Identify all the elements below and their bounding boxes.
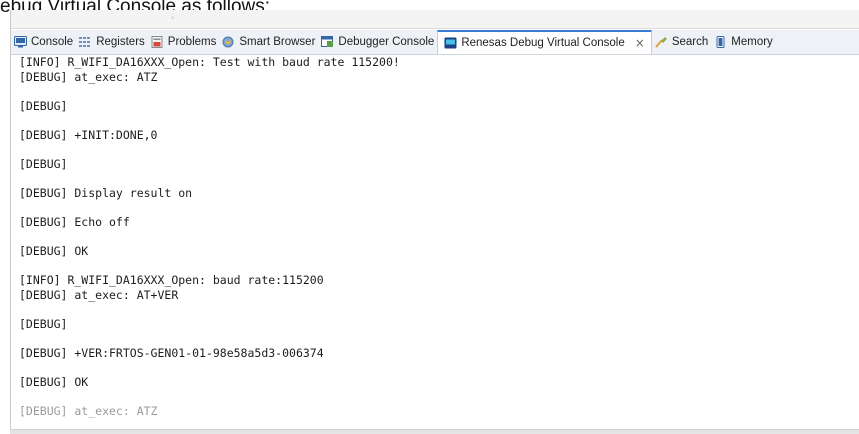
console-lines: [INFO] R_WIFI_DA16XXX_Open: Test with ba…	[19, 55, 400, 419]
console-line: [DEBUG] Echo off	[19, 215, 130, 229]
view-tab-bar: Console Registers Problems Smart Browser…	[11, 30, 859, 55]
console-line: [DEBUG] +INIT:DONE,0	[19, 128, 158, 142]
tab-label: Memory	[731, 36, 773, 48]
console-line: [INFO] R_WIFI_DA16XXX_Open: baud rate:11…	[19, 273, 324, 287]
console-line: [INFO] R_WIFI_DA16XXX_Open: Test with ba…	[19, 55, 400, 69]
close-icon[interactable]: ×	[635, 36, 645, 50]
tab-label: Console	[31, 36, 74, 48]
console-line: [DEBUG] Display result on	[19, 186, 193, 200]
ide-console-view: ‹ Console Registers Problems Smart Brows…	[10, 10, 859, 434]
tab-label: Renesas Debug Virtual Console	[461, 37, 625, 49]
console-line: [DEBUG]	[19, 157, 68, 171]
tab-smart-browser[interactable]: Smart Browser	[219, 30, 318, 54]
console-icon	[14, 36, 27, 48]
tab-label: Search	[671, 36, 709, 48]
problems-icon	[151, 36, 164, 48]
tab-debugger-console[interactable]: Debugger Console	[318, 30, 437, 54]
tab-memory[interactable]: Memory	[711, 30, 776, 54]
console-line: [DEBUG]	[19, 99, 68, 113]
registers-icon	[79, 36, 92, 48]
console-line: [DEBUG] OK	[19, 375, 89, 389]
renesas-console-icon	[444, 37, 457, 49]
debugger-console-icon	[321, 36, 334, 48]
console-line: [DEBUG] +VER:FRTOS-GEN01-01-98e58a5d3-00…	[19, 346, 324, 360]
console-line: [DEBUG] OK	[19, 244, 89, 258]
console-output[interactable]: [INFO] R_WIFI_DA16XXX_Open: Test with ba…	[11, 55, 859, 434]
tab-problems[interactable]: Problems	[148, 30, 220, 54]
tab-registers[interactable]: Registers	[76, 30, 148, 54]
view-top-strip: ‹	[11, 10, 859, 29]
tab-search[interactable]: Search	[652, 30, 711, 54]
resize-handle-icon[interactable]: ‹	[171, 13, 174, 22]
memory-icon	[714, 36, 727, 48]
tab-label: Problems	[167, 36, 217, 48]
tab-renesas-debug-virtual-console[interactable]: Renesas Debug Virtual Console ×	[437, 30, 652, 54]
console-line: [DEBUG] at_exec: ATZ	[19, 404, 158, 418]
console-line: [DEBUG]	[19, 317, 68, 331]
console-line: [DEBUG] at_exec: ATZ	[19, 70, 158, 84]
console-line: [DEBUG] at_exec: AT+VER	[19, 288, 179, 302]
smart-browser-icon	[222, 36, 235, 48]
tab-label: Registers	[96, 36, 145, 48]
horizontal-scrollbar[interactable]	[10, 429, 859, 434]
tab-label: Smart Browser	[239, 36, 316, 48]
tab-label: Debugger Console	[338, 36, 435, 48]
search-icon	[655, 36, 668, 48]
tab-console[interactable]: Console	[11, 30, 76, 54]
